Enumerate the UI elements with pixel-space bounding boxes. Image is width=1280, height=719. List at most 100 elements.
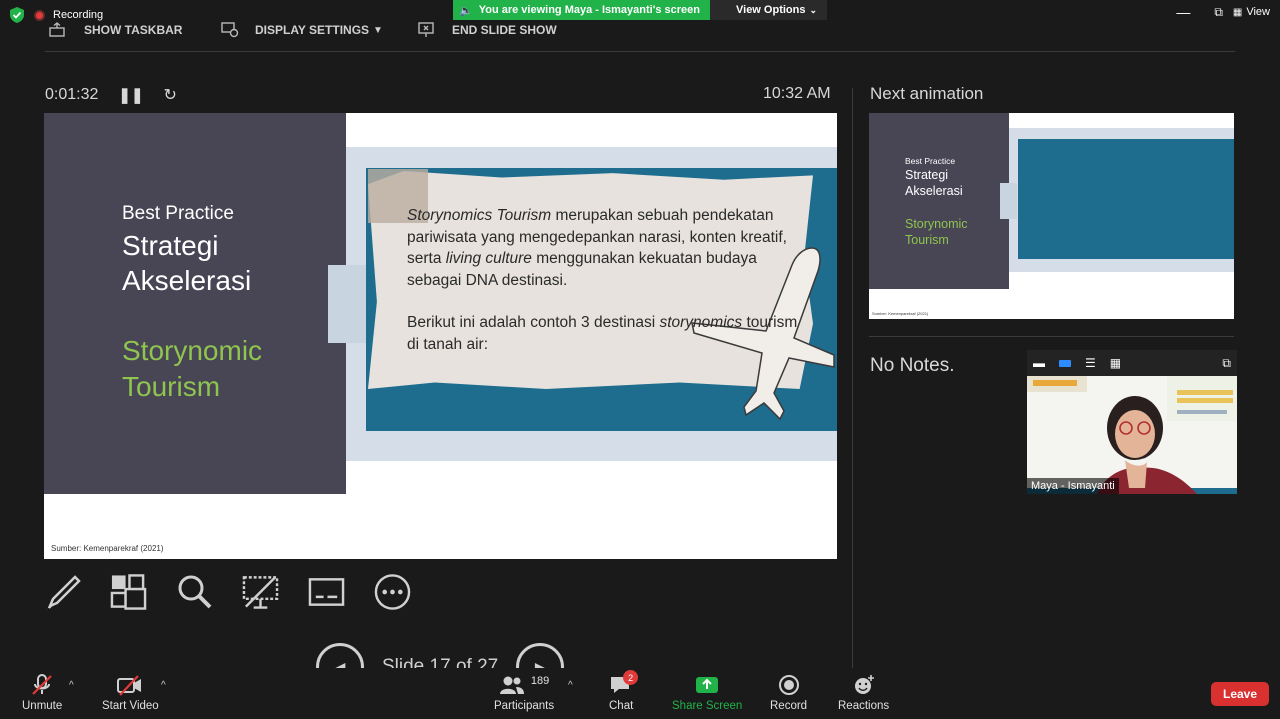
record-label: Record — [770, 700, 808, 712]
view-options-label: View Options — [736, 4, 806, 16]
unmute-button[interactable]: Unmute — [22, 674, 62, 712]
reactions-button[interactable]: Reactions — [838, 674, 889, 712]
reset-timer-icon[interactable]: ↻ — [164, 85, 177, 105]
black-screen-button[interactable] — [242, 572, 279, 612]
reactions-label: Reactions — [838, 700, 890, 712]
thumb-left-panel — [869, 113, 1009, 289]
strip-view-icon[interactable]: ☰ — [1085, 356, 1096, 370]
end-show-icon — [418, 22, 434, 37]
pen-tool-button[interactable] — [44, 572, 81, 612]
participants-button[interactable]: 189 Participants — [494, 674, 554, 712]
video-options-caret-icon[interactable]: ^ — [161, 680, 166, 691]
record-icon — [778, 675, 799, 695]
chat-button[interactable]: 2 Chat — [609, 670, 639, 712]
next-slide-preview: Best Practice Strategi Akselerasi Storyn… — [869, 113, 1234, 319]
viewing-banner: 🔈 You are viewing Maya - Ismayanti's scr… — [453, 0, 710, 20]
view-button[interactable]: ▦ View — [1233, 6, 1270, 18]
pause-icon[interactable]: ❚❚ — [118, 86, 143, 104]
caret-down-icon: ▼ — [373, 24, 383, 36]
meeting-toolbar — [0, 668, 1280, 719]
participant-name: Maya - Ismayanti — [1027, 478, 1119, 494]
start-video-label: Start Video — [102, 700, 159, 712]
muted-mic-icon — [32, 674, 52, 695]
zoom-button[interactable] — [176, 572, 213, 612]
slide-left-panel — [44, 113, 346, 494]
video-feed-image — [1027, 376, 1237, 494]
slide-subtitle: Storynomic Tourism — [122, 333, 262, 405]
slide-subtitle-line2: Tourism — [122, 371, 221, 402]
divider — [869, 336, 1234, 337]
thumb-title-line1: Strategi — [905, 168, 949, 182]
slide-subtitle-line1: Storynomic — [122, 335, 263, 366]
thumb-title: Strategi Akselerasi — [905, 167, 963, 199]
slides-grid-icon — [110, 574, 147, 610]
notes-text: No Notes. — [870, 355, 955, 376]
slide-paragraph-1: Storynomics Tourism merupakan sebuah pen… — [407, 205, 807, 291]
divider — [45, 51, 1235, 52]
slide-para2-part1: Berikut ini adalah contoh 3 destinasi — [407, 314, 660, 331]
view-options-button[interactable]: View Options ⌄ — [710, 0, 828, 20]
gallery-view-icon[interactable]: ▦ — [1110, 356, 1121, 370]
video-panel-bar: ▬ ☰ ▦ ⧉ — [1027, 350, 1237, 376]
minimize-video-icon[interactable]: ▬ — [1033, 356, 1045, 370]
speaker-view-icon[interactable] — [1059, 359, 1071, 367]
chevron-down-icon: ⌄ — [809, 4, 818, 15]
slide-source: Sumber: Kemenparekraf (2021) — [51, 544, 164, 553]
slide-term-living-culture: living culture — [445, 250, 532, 267]
video-off-icon — [117, 675, 142, 696]
current-slide: Best Practice Strategi Akselerasi Storyn… — [44, 113, 837, 559]
subtitles-button[interactable] — [308, 572, 345, 612]
restore-icon[interactable]: ⧉ — [1214, 5, 1223, 20]
start-video-button[interactable]: Start Video — [102, 674, 159, 712]
recording-dot-icon — [34, 9, 45, 21]
participants-label: Participants — [494, 700, 555, 712]
thumb-title-line2: Akselerasi — [905, 184, 963, 198]
participants-count: 189 — [530, 675, 550, 687]
leave-button[interactable]: Leave — [1211, 682, 1269, 706]
black-screen-icon — [242, 576, 279, 609]
magnifier-icon — [178, 575, 211, 609]
share-screen-button[interactable]: Share Screen — [672, 674, 742, 712]
audio-options-caret-icon[interactable]: ^ — [69, 680, 74, 691]
more-icon — [374, 574, 411, 610]
share-screen-label: Share Screen — [672, 700, 743, 712]
grid-view-icon: ▦ — [1232, 6, 1243, 18]
shield-icon — [10, 7, 24, 23]
timer-controls: 0:01:32 ❚❚ ↻ — [45, 85, 177, 105]
all-slides-button[interactable] — [110, 572, 147, 612]
participants-icon — [499, 676, 524, 694]
slide-tab — [328, 265, 366, 343]
window-controls: — ⧉ ▦ View — [1176, 4, 1270, 20]
minimize-icon[interactable]: — — [1176, 4, 1190, 20]
thumb-teal-box — [1018, 139, 1234, 259]
show-taskbar-label: SHOW TASKBAR — [84, 23, 183, 37]
slide-term-storynomics: Storynomics Tourism — [407, 207, 552, 224]
thumb-source: Sumber: Kemenparekraf (2021) — [872, 311, 929, 316]
show-taskbar-button[interactable]: SHOW TASKBAR — [48, 22, 182, 38]
slide-title-line2: Akselerasi — [122, 265, 252, 296]
participants-caret-icon[interactable]: ^ — [568, 680, 573, 691]
chat-label: Chat — [609, 700, 634, 712]
popout-icon[interactable]: ⧉ — [1222, 356, 1231, 371]
end-slide-show-button[interactable]: END SLIDE SHOW — [418, 22, 557, 38]
thumb-subtitle: Storynomic Tourism — [905, 216, 968, 248]
slide-kicker: Best Practice — [122, 203, 234, 224]
display-settings-button[interactable]: DISPLAY SETTINGS ▼ — [221, 22, 383, 38]
display-settings-label: DISPLAY SETTINGS — [255, 23, 370, 37]
record-button[interactable]: Record — [770, 674, 807, 712]
slide-body-text: Storynomics Tourism merupakan sebuah pen… — [407, 205, 807, 376]
share-screen-icon — [696, 677, 719, 693]
screen-share-banner: 🔈 You are viewing Maya - Ismayanti's scr… — [453, 0, 828, 20]
end-slide-show-label: END SLIDE SHOW — [452, 23, 557, 37]
pen-icon — [47, 575, 81, 609]
slide-term-storynomics-2: storynomics — [659, 314, 743, 331]
slide-title-line1: Strategi — [122, 230, 219, 261]
participant-video[interactable]: Maya - Ismayanti — [1027, 376, 1237, 494]
reactions-icon — [854, 675, 874, 694]
viewing-text: You are viewing Maya - Ismayanti's scree… — [478, 4, 700, 16]
current-time: 10:32 AM — [763, 85, 831, 102]
more-options-button[interactable] — [374, 572, 411, 612]
unmute-label: Unmute — [22, 700, 63, 712]
recording-label: Recording — [53, 9, 104, 21]
thumb-kicker: Best Practice — [905, 156, 956, 166]
